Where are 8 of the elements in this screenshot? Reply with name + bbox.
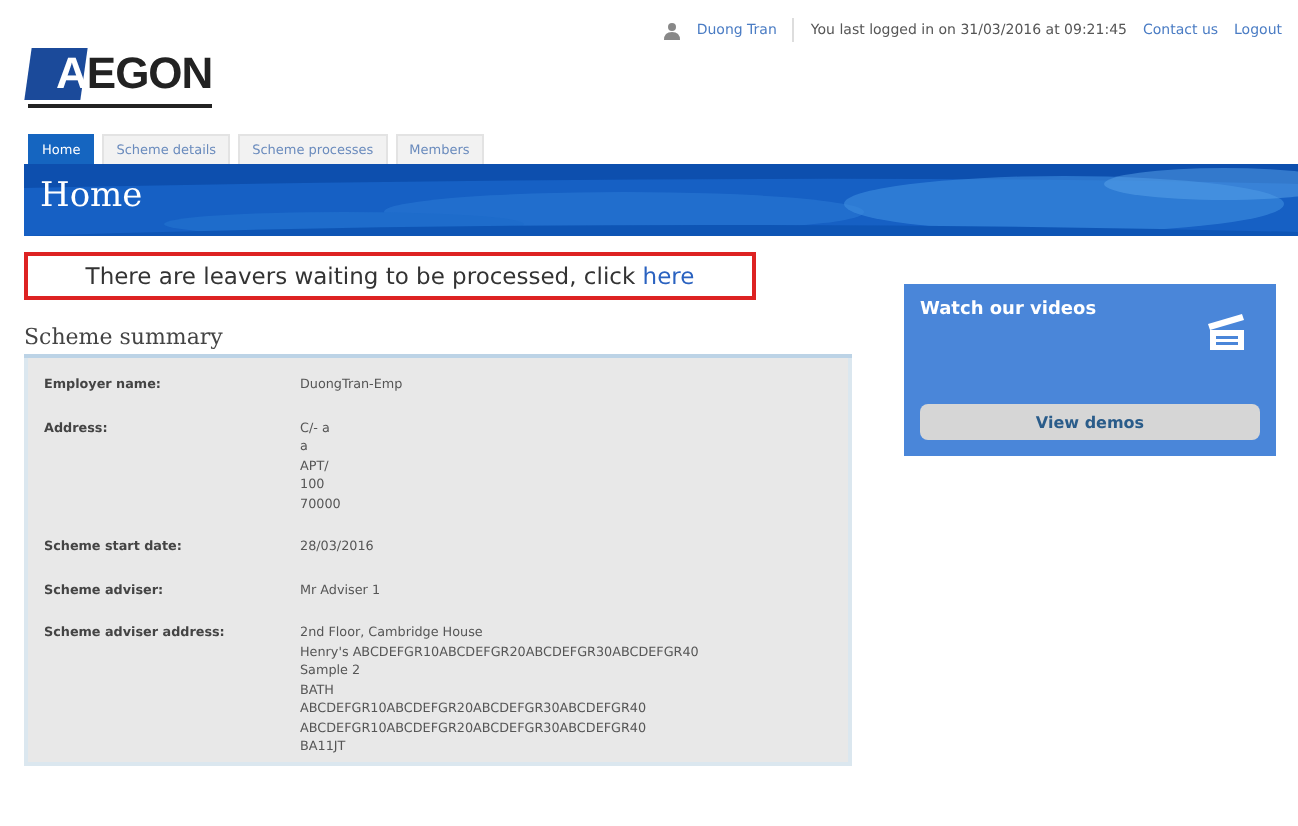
here-link[interactable]: here bbox=[642, 262, 695, 290]
logo: AEGON bbox=[28, 44, 213, 108]
view-demos-button[interactable]: View demos bbox=[920, 404, 1260, 440]
clapperboard-icon bbox=[1204, 308, 1248, 352]
page-title: Home bbox=[40, 176, 143, 216]
alert-message: There are leavers waiting to be processed, click here bbox=[24, 252, 756, 300]
user-icon bbox=[664, 21, 681, 39]
card-title: Watch our videos bbox=[920, 300, 1097, 324]
